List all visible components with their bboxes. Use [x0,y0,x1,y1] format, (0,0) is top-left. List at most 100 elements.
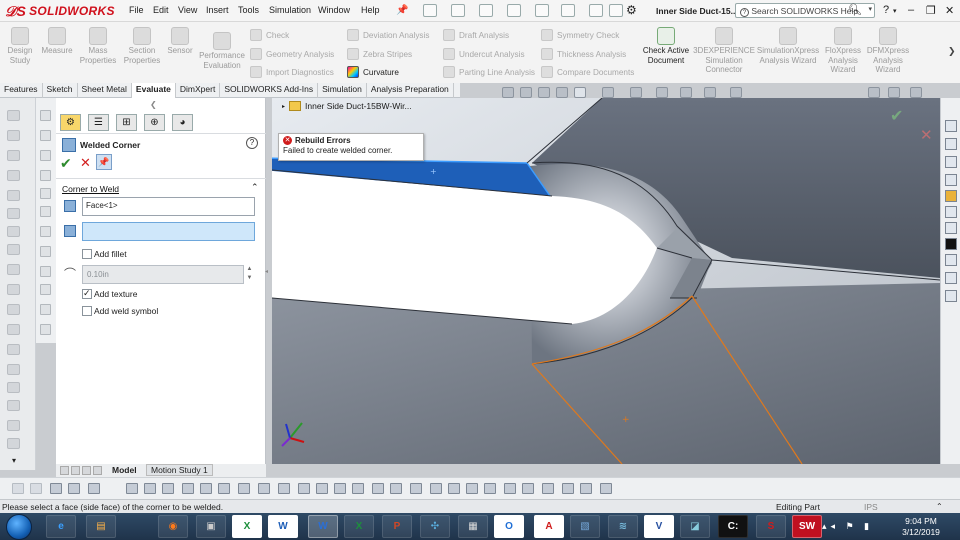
rotate-entities-icon[interactable] [448,483,460,494]
import-diagnostics-button[interactable]: Import Diagnostics [250,66,334,78]
filter-faces-icon[interactable] [50,483,62,494]
menu-tools[interactable]: Tools [238,5,259,15]
line-icon[interactable] [144,483,156,494]
fillet-radius-input[interactable]: 0.10in [82,265,244,284]
view-palette-icon[interactable] [945,174,957,186]
tab-motion-study[interactable]: Motion Study 1 [146,464,213,476]
viewport-tile-icon[interactable] [868,87,880,98]
powerpoint-icon[interactable]: P [382,515,412,538]
hem-icon[interactable] [7,170,20,181]
fillet-sketch-icon[interactable] [298,483,310,494]
circle-icon[interactable] [182,483,194,494]
filter-edges-icon[interactable] [30,483,42,494]
lofted-bend-icon[interactable] [7,244,20,255]
outlook-icon[interactable]: O [494,515,524,538]
forming-tool-icon[interactable] [7,382,20,393]
edge-flange-icon[interactable] [7,130,20,141]
menu-help[interactable]: Help [361,5,380,15]
mirror-icon[interactable] [40,304,51,315]
symmetry-check-button[interactable]: Symmetry Check [541,29,619,41]
file-explorer-icon[interactable] [945,156,957,168]
arc-icon[interactable] [200,483,212,494]
welded-corner-icon[interactable] [40,226,51,237]
jog-icon[interactable] [7,190,20,201]
custom-properties-icon[interactable] [945,206,957,218]
rebuild-icon[interactable] [589,4,603,17]
menu-simulation[interactable]: Simulation [269,5,311,15]
panel-splitter[interactable]: ◂ [264,98,272,464]
search-dropdown-icon[interactable]: ▾ [868,5,872,13]
menu-window[interactable]: Window [318,5,350,15]
rapid-sketch-icon[interactable] [600,483,612,494]
configurationmanager-tab-icon[interactable]: ⊞ [116,114,137,131]
linear-pattern-icon[interactable] [40,324,51,335]
tab-evaluate[interactable]: Evaluate [131,83,176,98]
help-icon[interactable]: ? [246,137,258,149]
dfmxpress-button[interactable]: DFMXpress Analysis Wizard [866,27,910,75]
point-icon[interactable] [126,483,138,494]
deviation-analysis-button[interactable]: Deviation Analysis [347,29,429,41]
hide-show-items-icon[interactable] [656,87,668,98]
copy-entities-icon[interactable] [484,483,496,494]
move-entities-icon[interactable] [430,483,442,494]
section-properties-button[interactable]: Section Properties [122,27,162,65]
system-tray-icons[interactable]: ▴◂ ⚑ ▮ [822,521,873,532]
network-tool-icon[interactable]: ✣ [420,515,450,538]
viewport-restore-icon[interactable] [888,87,900,98]
cancel-button[interactable]: ✕ [80,156,94,170]
featuremanager-tab-icon[interactable]: ⚙ [60,114,81,131]
pin-menu-icon[interactable]: 📌 [396,5,408,16]
add-weld-symbol-checkbox[interactable] [82,306,92,316]
filter-vertices-icon[interactable] [68,483,80,494]
excel-document-icon[interactable]: X [344,515,374,538]
extrude-cut-icon[interactable] [7,438,20,449]
menu-insert[interactable]: Insert [206,5,229,15]
toolbox-icon[interactable] [945,272,957,284]
corners-icon[interactable] [7,364,20,375]
text-icon[interactable] [522,483,534,494]
new-document-icon[interactable] [423,4,437,17]
keep-visible-pin-icon[interactable]: 📌 [96,154,112,170]
tab-simulation[interactable]: Simulation [318,83,367,98]
search-help-input[interactable]: ? Search SOLIDWORKS Help 🔍︎ ▾ [735,3,875,18]
options-gear-icon[interactable]: ⚙ [626,3,637,17]
rip-icon[interactable] [7,344,20,355]
spline-icon[interactable] [218,483,230,494]
previous-tab-icon[interactable] [71,466,80,475]
select-icon[interactable] [561,4,575,17]
closed-corner-icon[interactable] [40,206,51,217]
filter-toggle-icon[interactable] [88,483,100,494]
firefox-icon[interactable]: ◉ [158,515,188,538]
electrical-icon[interactable] [945,290,957,302]
linear-sketch-pattern-icon[interactable] [410,483,422,494]
previous-view-icon[interactable] [538,87,550,98]
menu-view[interactable]: View [178,5,197,15]
feature-tree-flyout[interactable]: ▸ Inner Side Duct-15BW-Wir... [282,101,412,111]
open-icon[interactable] [451,4,465,17]
tab-solidworks-add-ins[interactable]: SOLIDWORKS Add-Ins [220,83,319,98]
tab-analysis-preparation[interactable]: Analysis Preparation [367,83,454,98]
add-texture-checkbox[interactable] [82,288,92,299]
select-filter-icon[interactable] [12,483,24,494]
print-icon[interactable] [507,4,521,17]
save-icon[interactable] [479,4,493,17]
design-library-icon[interactable] [945,138,957,150]
tab-features[interactable]: Features [0,83,43,98]
appearances-icon[interactable] [945,190,957,202]
thicken-icon[interactable] [40,284,51,295]
corner-relief-icon[interactable] [40,170,51,181]
tab-dimxpert[interactable]: DimXpert [176,83,221,98]
convert-to-sheet-metal-icon[interactable] [40,130,51,141]
smart-dimension-icon[interactable] [334,483,346,494]
check-active-document-button[interactable]: Check Active Document [640,27,692,65]
solidworks-forum-icon[interactable] [945,222,957,234]
simulationxpress-button[interactable]: SimulationXpress Analysis Wizard [756,27,820,65]
propertymanager-tab-icon[interactable]: ☰ [88,114,109,131]
monitor-app-icon[interactable]: ▣ [196,515,226,538]
curvature-button[interactable]: Curvature [347,66,399,78]
file-properties-icon[interactable] [609,4,623,17]
ribbon-scroll-right-icon[interactable]: ❯ [948,46,956,57]
files-app-icon[interactable]: ◪ [680,515,710,538]
solidworks-launcher-icon[interactable]: S [756,515,786,538]
flatten-icon[interactable] [7,304,20,315]
